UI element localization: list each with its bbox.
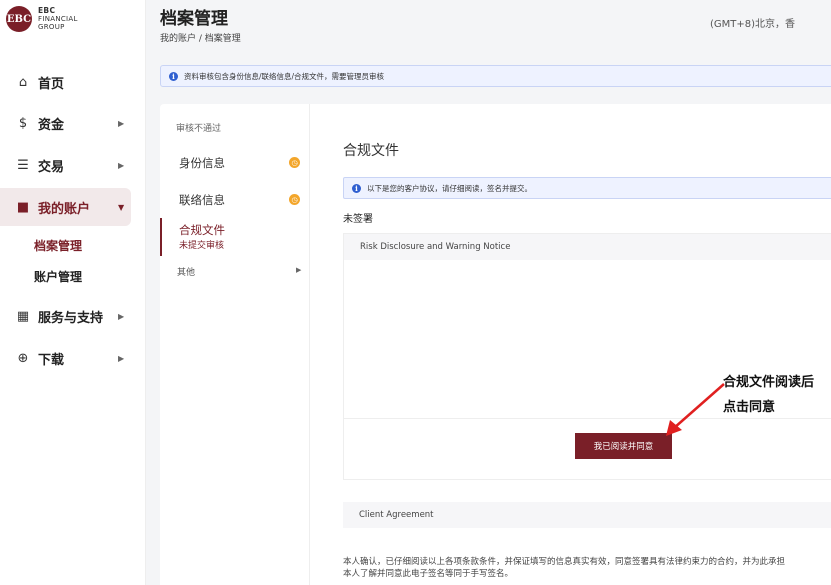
grid-icon: ▦ <box>16 308 30 324</box>
sub-nav-item-compliance[interactable]: 合规文件 未提交审核 <box>160 218 310 256</box>
dollar-icon: $ <box>18 115 28 131</box>
nav-item-home[interactable]: ⌂ 首页 <box>0 63 131 101</box>
breadcrumb: 我的账户 / 档案管理 <box>160 34 241 44</box>
agree-button[interactable]: 我已阅读并同意 <box>575 433 672 459</box>
chevron-right-icon: ▶ <box>296 266 302 274</box>
home-icon: ⌂ <box>18 74 28 90</box>
logo-mark: EBC <box>6 6 32 32</box>
sub-nav-item-other[interactable]: 其他 <box>177 265 195 278</box>
nav-item-service-support[interactable]: ▦ 服务与支持 ▶ <box>0 297 131 335</box>
info-icon: i <box>169 71 178 81</box>
nav-item-download[interactable]: ⊕ 下载 ▶ <box>0 339 131 377</box>
section-title: 合规文件 <box>343 143 399 159</box>
trade-icon: ☰ <box>17 157 29 173</box>
timezone-selector[interactable]: (GMT+8)北京，香 <box>710 15 795 30</box>
download-icon: ⊕ <box>17 350 29 366</box>
review-notice: i 资料审核包含身份信息/联络信息/合规文件，需要管理员审核 <box>160 65 831 87</box>
nav-item-my-account[interactable]: ■ 我的账户 ▼ <box>0 188 131 226</box>
pending-clock-icon: ◷ <box>289 157 300 168</box>
document-title: Risk Disclosure and Warning Notice <box>344 234 831 260</box>
risk-disclosure-document[interactable]: Risk Disclosure and Warning Notice 我已阅读并… <box>343 233 831 480</box>
profile-card: 审核不通过 身份信息 ◷ 联络信息 ◷ 合规文件 未提交审核 其他 ▶ 合规文件… <box>160 104 831 585</box>
brand-logo[interactable]: EBC EBC FINANCIAL GROUP <box>6 6 78 32</box>
info-icon: i <box>352 183 361 193</box>
chevron-right-icon: ▶ <box>118 353 125 363</box>
annotation-text: 合规文件阅读后 点击同意 <box>723 375 815 415</box>
chevron-right-icon: ▶ <box>118 118 125 128</box>
sub-item-profile-management[interactable]: 档案管理 <box>34 237 82 254</box>
sidebar: EBC EBC FINANCIAL GROUP ⌂ 首页 $ 资金 ▶ ☰ 交易 ▶… <box>0 0 146 585</box>
sub-nav-item-identity[interactable]: 身份信息 <box>179 155 225 171</box>
sub-nav-item-contact[interactable]: 联络信息 <box>179 192 225 208</box>
pending-clock-icon: ◷ <box>289 194 300 205</box>
chevron-down-icon: ▼ <box>118 202 125 212</box>
logo-text: EBC FINANCIAL GROUP <box>38 6 78 32</box>
chevron-right-icon: ▶ <box>118 160 125 170</box>
document-title: Client Agreement <box>359 510 434 520</box>
folder-icon: ■ <box>16 199 30 215</box>
client-agreement-document[interactable]: Client Agreement <box>343 502 831 528</box>
nav-item-funds[interactable]: $ 资金 ▶ <box>0 104 131 142</box>
sub-nav-heading: 审核不通过 <box>176 124 222 134</box>
confirmation-text: 本人确认，已仔细阅读以上各项条款条件，并保证填写的信息真实有效，同意签署具有法律… <box>343 557 786 579</box>
page-title: 档案管理 <box>160 9 228 29</box>
nav-item-trade[interactable]: ☰ 交易 ▶ <box>0 146 131 184</box>
annotation-arrow-icon <box>666 383 725 436</box>
chevron-right-icon: ▶ <box>118 311 125 321</box>
compliance-status: 未提交审核 <box>179 241 225 251</box>
sub-item-account-management[interactable]: 账户管理 <box>34 268 82 285</box>
agreement-notice: i 以下是您的客户协议，请仔细阅读，签名并提交。 <box>343 177 831 199</box>
profile-sub-nav: 审核不通过 身份信息 ◷ 联络信息 ◷ 合规文件 未提交审核 其他 ▶ <box>160 104 310 585</box>
sign-status: 未签署 <box>343 214 373 225</box>
